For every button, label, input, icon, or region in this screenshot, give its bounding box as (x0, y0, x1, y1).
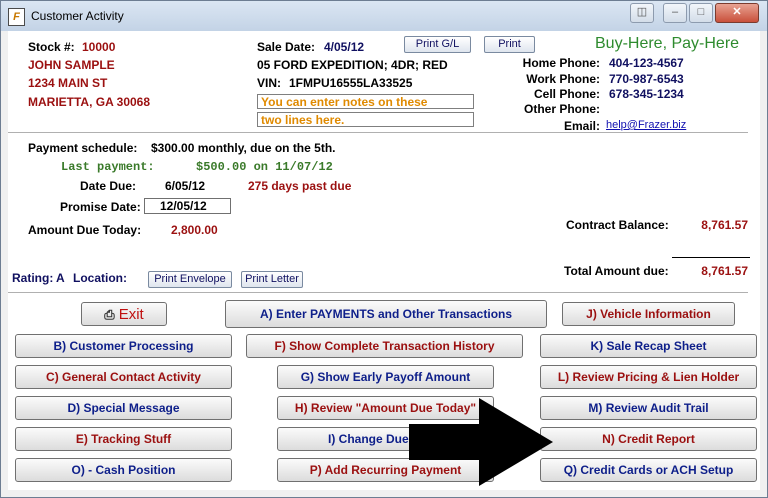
date-due-label: Date Due: (80, 179, 137, 193)
client-area: Stock #: 10000 JOHN SAMPLE 1234 MAIN ST … (8, 31, 760, 490)
total-underline (672, 257, 750, 258)
close-icon[interactable]: ✕ (715, 3, 759, 23)
sale-recap-button[interactable]: K) Sale Recap Sheet (540, 334, 757, 358)
minimize-icon[interactable]: – (663, 3, 687, 23)
contract-balance: 8,761.57 (701, 218, 748, 232)
early-payoff-button[interactable]: G) Show Early Payoff Amount (277, 365, 494, 389)
payment-schedule-label: Payment schedule: (28, 141, 138, 155)
vin-label: VIN: (257, 76, 281, 90)
credit-report-button[interactable]: N) Credit Report (540, 427, 757, 451)
customer-processing-button[interactable]: B) Customer Processing (15, 334, 232, 358)
contact-activity-button[interactable]: C) General Contact Activity (15, 365, 232, 389)
credit-cards-ach-button[interactable]: Q) Credit Cards or ACH Setup (540, 458, 757, 482)
restore-icon[interactable]: ◫ (630, 3, 654, 23)
exit-door-icon: ⎙ (104, 307, 115, 322)
notes-line-1[interactable]: You can enter notes on these (257, 94, 474, 109)
other-phone-label: Other Phone: (523, 102, 600, 116)
work-phone: 770-987-6543 (609, 72, 684, 86)
exit-button[interactable]: ⎙ Exit (81, 302, 167, 326)
pointer-arrow-icon (409, 398, 553, 486)
customer-activity-window: F Customer Activity ◫ – □ ✕ Stock #: 100… (0, 0, 768, 498)
tracking-stuff-button[interactable]: E) Tracking Stuff (15, 427, 232, 451)
home-phone: 404-123-4567 (609, 56, 684, 70)
days-past-due: 275 days past due (248, 179, 352, 193)
cell-phone: 678-345-1234 (609, 87, 684, 101)
work-phone-label: Work Phone: (526, 72, 600, 86)
last-payment: $500.00 on 11/07/12 (196, 160, 333, 174)
cell-phone-label: Cell Phone: (533, 87, 600, 101)
rating-label: Rating: (12, 271, 54, 285)
rating-value: A (56, 271, 65, 285)
special-message-button[interactable]: D) Special Message (15, 396, 232, 420)
customer-city-state-zip: MARIETTA, GA 30068 (28, 95, 151, 109)
transaction-history-button[interactable]: F) Show Complete Transaction History (246, 334, 523, 358)
customer-name: JOHN SAMPLE (28, 58, 115, 72)
customer-address: 1234 MAIN ST (28, 76, 108, 90)
vehicle-description: 05 FORD EXPEDITION; 4DR; RED (257, 58, 448, 72)
amount-due-today: 2,800.00 (171, 223, 218, 237)
cash-position-button[interactable]: O) - Cash Position (15, 458, 232, 482)
email-label: Email: (563, 119, 600, 133)
print-gl-button[interactable]: Print G/L (404, 36, 471, 53)
promise-date-label: Promise Date: (60, 200, 141, 214)
contract-balance-label: Contract Balance: (566, 218, 669, 232)
sale-date: 4/05/12 (324, 40, 365, 54)
stock-number: 10000 (82, 40, 116, 54)
exit-label: Exit (118, 306, 144, 323)
total-amount-label: Total Amount due: (564, 264, 669, 278)
email-link[interactable]: help@Frazer.biz (606, 119, 686, 131)
amount-due-label: Amount Due Today: (28, 223, 142, 237)
print-button[interactable]: Print (484, 36, 535, 53)
print-envelope-button[interactable]: Print Envelope (148, 271, 232, 288)
location-label: Location: (73, 271, 127, 285)
date-due: 6/05/12 (165, 179, 206, 193)
total-amount-due: 8,761.57 (701, 264, 748, 278)
sale-date-label: Sale Date: (257, 40, 316, 54)
vehicle-information-button[interactable]: J) Vehicle Information (562, 302, 735, 326)
print-letter-button[interactable]: Print Letter (241, 271, 303, 288)
divider-bottom (8, 292, 748, 293)
title-bar[interactable]: F Customer Activity ◫ – □ ✕ (1, 1, 767, 31)
maximize-icon[interactable]: □ (689, 3, 713, 23)
audit-trail-button[interactable]: M) Review Audit Trail (540, 396, 757, 420)
stock-number-label: Stock #: (28, 40, 75, 54)
last-payment-label: Last payment: (61, 160, 155, 174)
notes-line-2[interactable]: two lines here. (257, 112, 474, 127)
promise-date-input[interactable]: 12/05/12 (144, 198, 231, 214)
home-phone-label: Home Phone: (522, 56, 600, 70)
window-title: Customer Activity (31, 9, 124, 23)
dealer-tagline: Buy-Here, Pay-Here (595, 35, 740, 52)
divider-top (8, 132, 748, 133)
enter-payments-button[interactable]: A) Enter PAYMENTS and Other Transactions (225, 300, 547, 328)
frazer-app-icon: F (8, 8, 25, 26)
pricing-lien-button[interactable]: L) Review Pricing & Lien Holder (540, 365, 757, 389)
vin-number: 1FMPU16555LA33525 (289, 76, 413, 90)
payment-schedule: $300.00 monthly, due on the 5th. (151, 141, 336, 155)
